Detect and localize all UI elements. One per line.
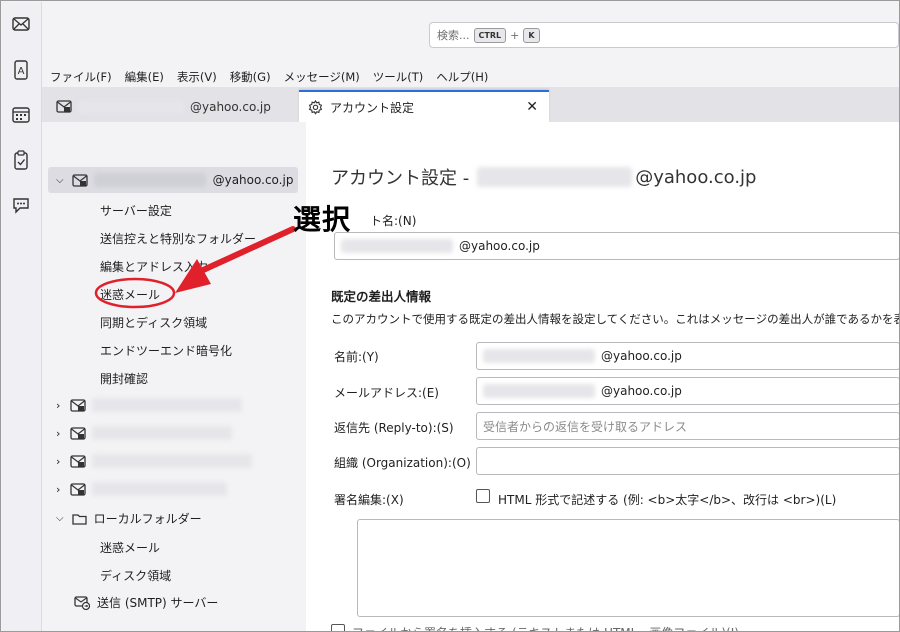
callout-text: 選択	[293, 203, 352, 236]
arrow-shaft	[198, 226, 296, 274]
highlight-circle	[94, 277, 176, 309]
app-window: A 検索... CTRL + K ファイル(F) 編集(E) 表示(V) 移動(…	[0, 0, 900, 632]
arrow-head	[175, 259, 211, 293]
annotation-overlay	[94, 226, 296, 309]
